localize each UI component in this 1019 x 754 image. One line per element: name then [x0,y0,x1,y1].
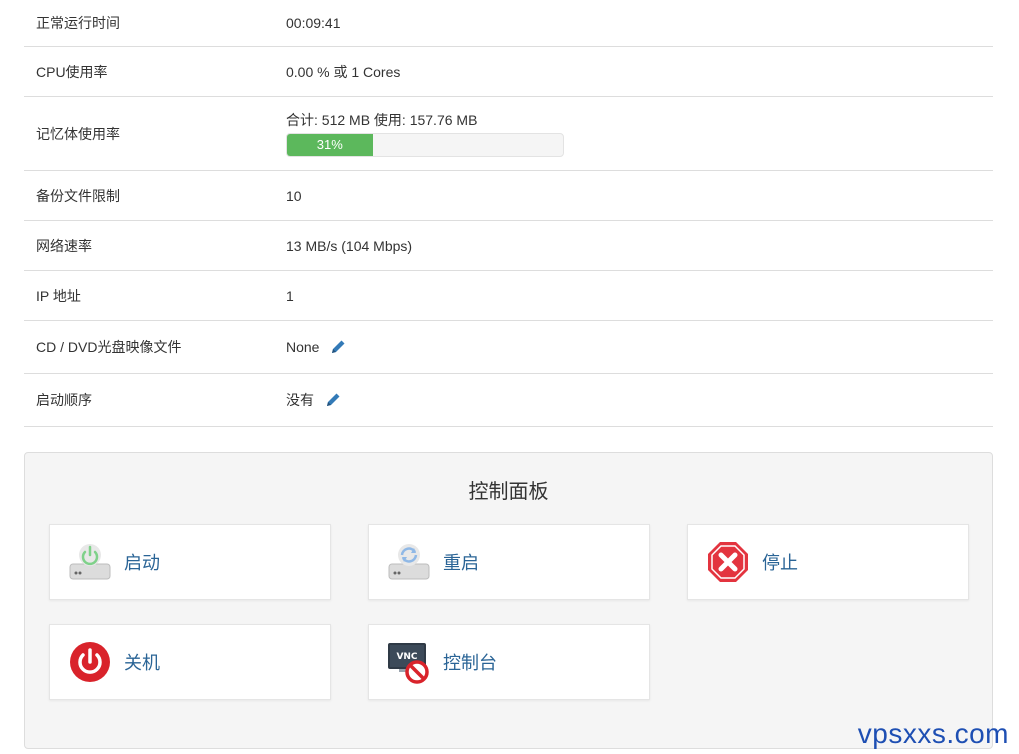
reboot-label: 重启 [443,553,479,573]
memory-progress: 31% [286,133,564,157]
shutdown-button[interactable]: 关机 [49,624,331,700]
reboot-button[interactable]: 重启 [368,524,650,600]
stop-button[interactable]: 停止 [687,524,969,600]
info-row-uptime: 正常运行时间 00:09:41 [24,0,993,47]
info-row-network-speed: 网络速率 13 MB/s (104 Mbps) [24,221,993,271]
memory-label: 记忆体使用率 [36,125,120,142]
info-row-backup-limit: 备份文件限制 10 [24,171,993,221]
edit-boot-order-pencil-icon[interactable] [324,391,342,409]
boot-order-label: 启动顺序 [36,392,92,408]
uptime-label: 正常运行时间 [36,15,120,31]
boot-order-value: 没有 [286,392,314,408]
backup-limit-label: 备份文件限制 [36,187,120,204]
info-row-iso: CD / DVD光盘映像文件 None [24,321,993,374]
memory-value: 合计: 512 MB 使用: 157.76 MB [286,112,478,128]
cpu-value: 0.00 % 或 1 Cores [286,63,401,80]
console-label: 控制台 [443,653,497,673]
info-row-cpu: CPU使用率 0.00 % 或 1 Cores [24,47,993,97]
backup-limit-value: 10 [286,187,302,204]
network-speed-value: 13 MB/s (104 Mbps) [286,237,413,254]
ip-value: 1 [286,287,294,304]
server-info-table: 正常运行时间 00:09:41 CPU使用率 0.00 % 或 1 Cores … [24,0,993,427]
cpu-label: CPU使用率 [36,63,108,80]
info-row-ip: IP 地址 1 [24,271,993,321]
edit-iso-pencil-icon[interactable] [329,338,347,356]
shutdown-label: 关机 [124,653,160,673]
iso-value: None [286,339,320,355]
start-button[interactable]: 启动 [49,524,331,600]
network-speed-label: 网络速率 [36,237,92,254]
iso-label: CD / DVD光盘映像文件 [36,339,182,355]
memory-progress-bar: 31% [287,134,373,156]
info-row-memory: 记忆体使用率 合计: 512 MB 使用: 157.76 MB 31% [24,97,993,171]
control-panel-title: 控制面板 [468,481,549,503]
watermark-text: vpsxxs.com [857,718,1009,749]
uptime-value: 00:09:41 [286,15,341,31]
server-power-icon [68,540,112,584]
info-row-boot-order: 启动顺序 没有 [24,374,993,427]
start-label: 启动 [124,553,160,573]
stop-label: 停止 [762,553,798,573]
ip-label: IP 地址 [36,287,81,304]
console-button[interactable]: VNC 控制台 [368,624,650,700]
stop-octagon-icon [706,540,750,584]
power-off-icon [68,640,112,684]
vnc-disabled-icon: VNC [387,640,431,684]
server-reboot-icon [387,540,431,584]
control-panel: 控制面板 启动 重启 停止 关机 VNC 控制台 [24,452,993,749]
